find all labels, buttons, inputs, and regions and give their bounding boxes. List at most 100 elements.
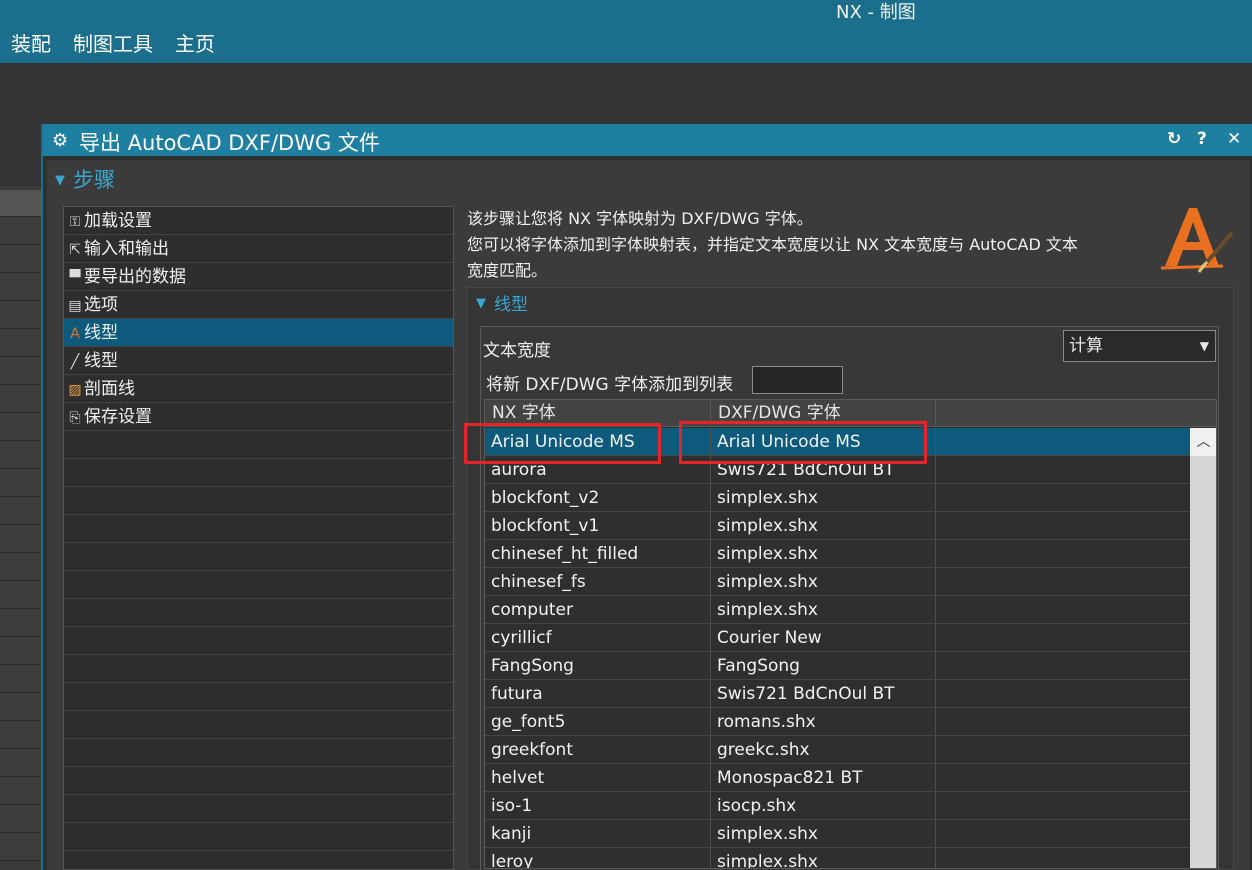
step-label: 输入和输出 [84, 239, 169, 259]
scroll-up-arrow-icon[interactable]: ︿ [1190, 428, 1216, 456]
table-row[interactable]: chinesef_ht_filled simplex.shx [485, 540, 1190, 568]
vertical-scrollbar[interactable]: ︿ [1190, 428, 1216, 868]
table-row[interactable]: greekfont greekc.shx [485, 736, 1190, 764]
empty-cell [936, 624, 1190, 652]
dialog-titlebar: ⚙ 导出 AutoCAD DXF/DWG 文件 ↻ ? ✕ [43, 124, 1252, 156]
table-row[interactable]: aurora Swis721 BdCnOul BT [485, 456, 1190, 484]
text-width-label: 文本宽度 [483, 341, 551, 361]
column-header-nx-font[interactable]: NX 字体 [485, 400, 711, 427]
step-item[interactable]: ╱ 线型 [64, 347, 453, 375]
empty-cell [936, 792, 1190, 820]
title-ribbon-bar: NX - 制图 装配 制图工具 主页 [0, 0, 1252, 63]
step-item[interactable]: ⎘ 保存设置 [64, 403, 453, 431]
step-label: 保存设置 [84, 407, 152, 427]
background-row [0, 218, 41, 245]
background-row [0, 750, 41, 777]
dxf-font-cell: simplex.shx [711, 596, 936, 624]
description-line: 宽度匹配。 [467, 261, 548, 280]
nx-font-cell: blockfont_v1 [485, 512, 711, 540]
ribbon-tabs: 装配 制图工具 主页 [0, 30, 226, 60]
step-item[interactable]: ⚿ 加载设置 [64, 207, 453, 235]
nx-font-cell: computer [485, 596, 711, 624]
empty-row [64, 795, 453, 823]
description-line: 您可以将字体添加到字体映射表，并指定文本宽度以让 NX 文本宽度与 AutoCA… [467, 235, 1078, 254]
background-row [0, 666, 41, 693]
empty-row [64, 599, 453, 627]
gear-icon[interactable]: ⚙ [52, 130, 68, 151]
collapse-triangle-icon: ▼ [476, 296, 486, 311]
close-icon[interactable]: ✕ [1227, 129, 1241, 149]
ribbon-tab-home[interactable]: 主页 [164, 30, 226, 60]
empty-cell [936, 848, 1190, 868]
step-item[interactable]: A 线型 [64, 319, 453, 347]
background-row [0, 778, 41, 805]
dxf-font-cell: romans.shx [711, 708, 936, 736]
step-item[interactable]: ▤ 选项 [64, 291, 453, 319]
background-row [0, 246, 41, 273]
table-row[interactable]: cyrillicf Courier New [485, 624, 1190, 652]
ribbon-tab-assembly[interactable]: 装配 [0, 30, 62, 60]
empty-row [64, 627, 453, 655]
add-font-input[interactable] [752, 366, 843, 394]
background-row [0, 610, 41, 637]
background-row [0, 526, 41, 553]
text-width-dropdown[interactable]: 计算 ▼ [1063, 330, 1216, 362]
empty-row [64, 487, 453, 515]
step-item[interactable]: ▀ 要导出的数据 [64, 263, 453, 291]
empty-cell [936, 820, 1190, 848]
nx-font-cell: helvet [485, 764, 711, 792]
font-section-header[interactable]: ▼ 线型 [476, 290, 528, 315]
table-row[interactable]: FangSong FangSong [485, 652, 1190, 680]
background-row [0, 582, 41, 609]
reset-icon[interactable]: ↻ [1167, 129, 1181, 149]
table-row[interactable]: blockfont_v1 simplex.shx [485, 512, 1190, 540]
table-row[interactable]: blockfont_v2 simplex.shx [485, 484, 1190, 512]
font-mapping-panel: ▼ 线型 文本宽度 计算 ▼ 将新 DXF/DWG 字体添加到列表 NX 字体 D… [467, 287, 1234, 870]
steps-section-header[interactable]: ▼ 步骤 [55, 164, 115, 194]
empty-row [64, 739, 453, 767]
table-row[interactable]: ge_font5 romans.shx [485, 708, 1190, 736]
add-font-label: 将新 DXF/DWG 字体添加到列表 [486, 375, 734, 395]
table-row[interactable]: Arial Unicode MS Arial Unicode MS [485, 428, 1190, 456]
options-icon: ▤ [68, 298, 82, 314]
empty-row [64, 515, 453, 543]
step-description: 该步骤让您将 NX 字体映射为 DXF/DWG 字体。 您可以将字体添加到字体映… [467, 206, 1167, 284]
ribbon-tab-drafting-tools[interactable]: 制图工具 [62, 30, 164, 60]
dxf-font-cell: simplex.shx [711, 848, 936, 868]
table-row[interactable]: kanji simplex.shx [485, 820, 1190, 848]
step-item[interactable]: ⇱ 输入和输出 [64, 235, 453, 263]
dxf-font-cell: Monospac821 BT [711, 764, 936, 792]
dialog-title: 导出 AutoCAD DXF/DWG 文件 [79, 131, 380, 155]
empty-cell [936, 764, 1190, 792]
nx-font-cell: blockfont_v2 [485, 484, 711, 512]
empty-cell [936, 680, 1190, 708]
table-row[interactable]: futura Swis721 BdCnOul BT [485, 680, 1190, 708]
empty-cell [936, 652, 1190, 680]
nx-font-cell: ge_font5 [485, 708, 711, 736]
table-row[interactable]: helvet Monospac821 BT [485, 764, 1190, 792]
step-label: 线型 [84, 351, 118, 371]
data-icon: ▀ [69, 270, 81, 286]
help-icon[interactable]: ? [1197, 129, 1207, 149]
empty-row [64, 683, 453, 711]
nx-font-cell: cyrillicf [485, 624, 711, 652]
dxf-font-cell: simplex.shx [711, 512, 936, 540]
background-row [0, 498, 41, 525]
table-row[interactable]: computer simplex.shx [485, 596, 1190, 624]
nx-font-cell: FangSong [485, 652, 711, 680]
table-row[interactable]: leroy simplex.shx [485, 848, 1190, 868]
step-item[interactable]: ▨ 剖面线 [64, 375, 453, 403]
table-row[interactable]: iso-1 isocp.shx [485, 792, 1190, 820]
font-icon: A [70, 326, 80, 342]
dxf-font-cell: Courier New [711, 624, 936, 652]
hatch-icon: ▨ [68, 382, 82, 398]
column-header-dxf-font[interactable]: DXF/DWG 字体 [711, 400, 936, 427]
description-line: 该步骤让您将 NX 字体映射为 DXF/DWG 字体。 [467, 209, 813, 228]
empty-row [64, 823, 453, 851]
nx-font-cell: Arial Unicode MS [485, 428, 711, 456]
nx-font-cell: iso-1 [485, 792, 711, 820]
table-row[interactable]: chinesef_fs simplex.shx [485, 568, 1190, 596]
empty-row [64, 767, 453, 795]
font-mapping-table: NX 字体 DXF/DWG 字体 Arial Unicode MS Arial U… [484, 399, 1217, 869]
background-row [0, 302, 41, 329]
